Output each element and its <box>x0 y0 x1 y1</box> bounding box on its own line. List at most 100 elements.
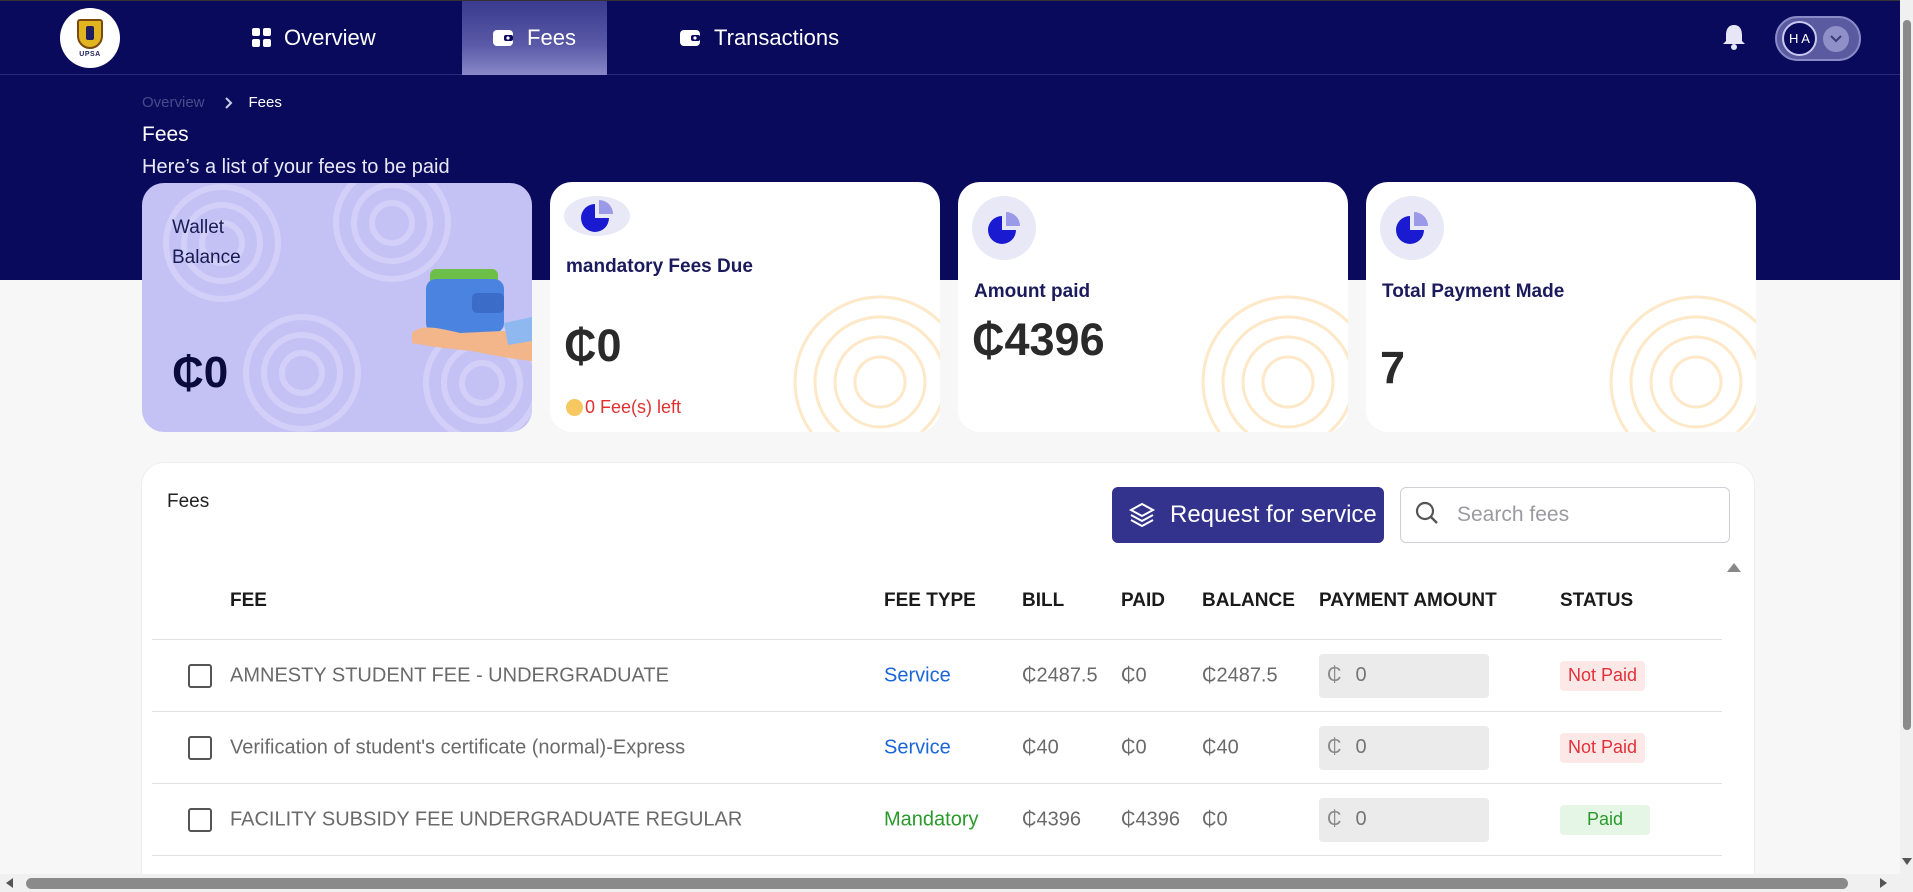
total-payment-card: Total Payment Made 7 <box>1366 182 1756 432</box>
payment-amount-field[interactable]: ₵ <box>1319 725 1489 770</box>
grid-icon <box>252 28 272 48</box>
fees-panel: Fees Request for service FEE FEE TYPE BI… <box>142 463 1754 892</box>
search-box[interactable] <box>1400 487 1730 543</box>
chevron-down-icon <box>1823 25 1849 52</box>
fee-paid: ₵0 <box>1121 664 1147 686</box>
amount-paid-label: Amount paid <box>974 281 1091 302</box>
row-checkbox[interactable] <box>188 807 212 832</box>
decorative-rings <box>1609 295 1756 432</box>
decorative-rings <box>1201 295 1348 432</box>
fee-balance: ₵0 <box>1202 808 1228 830</box>
tab-fees[interactable]: Fees <box>462 1 607 75</box>
user-menu[interactable]: H A <box>1775 16 1861 61</box>
status-badge: Not Paid <box>1560 732 1646 763</box>
column-paid[interactable]: PAID <box>1121 590 1165 612</box>
page-subtitle: Here’s a list of your fees to be paid <box>142 156 450 178</box>
scroll-down-arrow[interactable] <box>1902 858 1912 865</box>
mandatory-fees-due-value: ₵0 <box>564 320 622 371</box>
payment-amount-field[interactable]: ₵ <box>1319 653 1489 698</box>
horizontal-scrollbar[interactable] <box>0 874 1900 892</box>
tab-transactions[interactable]: Transactions <box>650 1 869 75</box>
amount-paid-card: Amount paid ₵4396 <box>958 182 1348 432</box>
scroll-left-arrow[interactable] <box>6 878 13 888</box>
table-header: FEE FEE TYPE BILL PAID BALANCE PAYMENT A… <box>152 560 1722 640</box>
fee-balance: ₵2487.5 <box>1202 664 1278 686</box>
wallet-icon <box>680 28 702 48</box>
currency-symbol: ₵ <box>1327 664 1342 686</box>
pie-chart-icon <box>1380 196 1444 260</box>
wallet-balance-value: ₵0 <box>172 348 229 397</box>
logo-text: UPSA <box>79 50 101 58</box>
fee-paid: ₵4396 <box>1121 808 1180 830</box>
fee-bill: ₵4396 <box>1022 808 1081 830</box>
fee-bill: ₵2487.5 <box>1022 664 1098 686</box>
horizontal-scroll-thumb[interactable] <box>26 878 1848 889</box>
total-payment-value: 7 <box>1380 342 1406 393</box>
row-checkbox[interactable] <box>188 663 212 688</box>
tab-transactions-label: Transactions <box>714 25 840 50</box>
column-fee[interactable]: FEE <box>230 590 267 612</box>
decorative-rings <box>793 295 940 432</box>
table-scroll-up-arrow[interactable] <box>1727 563 1741 572</box>
tab-overview-label: Overview <box>284 25 376 50</box>
payment-amount-field[interactable]: ₵ <box>1319 797 1489 842</box>
breadcrumb-overview[interactable]: Overview <box>142 94 205 111</box>
scroll-right-arrow[interactable] <box>1880 878 1887 888</box>
wallet-balance-label: Wallet Balance <box>172 217 241 268</box>
fee-bill: ₵40 <box>1022 736 1059 758</box>
wallet-balance-card: Wallet Balance ₵0 <box>142 183 532 432</box>
currency-symbol: ₵ <box>1327 736 1342 758</box>
pie-chart-icon <box>564 196 630 236</box>
table-row: Verification of student's certificate (n… <box>152 712 1722 784</box>
fee-type: Service <box>884 736 951 758</box>
row-checkbox[interactable] <box>188 735 212 760</box>
fee-balance: ₵40 <box>1202 736 1239 758</box>
mandatory-fees-due-label: mandatory Fees Due <box>566 256 753 277</box>
column-fee-type[interactable]: FEE TYPE <box>884 590 976 612</box>
fees-left-note: 0 Fee(s) left <box>566 397 681 418</box>
search-input[interactable] <box>1457 503 1707 527</box>
clock-icon <box>566 399 583 416</box>
breadcrumb: Overview Fees <box>142 94 282 111</box>
tab-overview[interactable]: Overview <box>222 1 406 75</box>
bell-icon[interactable] <box>1722 23 1746 56</box>
column-bill[interactable]: BILL <box>1022 590 1064 612</box>
search-icon <box>1415 501 1439 530</box>
status-badge: Not Paid <box>1560 660 1646 691</box>
fees-left-text: 0 Fee(s) left <box>585 397 682 417</box>
fee-name: FACILITY SUBSIDY FEE UNDERGRADUATE REGUL… <box>230 808 743 830</box>
wallet-icon <box>493 28 515 48</box>
fee-name: Verification of student's certificate (n… <box>230 736 686 758</box>
column-status[interactable]: STATUS <box>1560 590 1633 612</box>
fee-type: Service <box>884 664 951 686</box>
fee-type: Mandatory <box>884 808 979 830</box>
chevron-right-icon <box>224 96 233 109</box>
top-navigation: UPSA Overview Fees Transactions H A <box>0 1 1900 75</box>
payment-amount-input[interactable] <box>1355 808 1466 831</box>
avatar: H A <box>1782 21 1817 56</box>
tab-fees-label: Fees <box>527 25 576 50</box>
payment-amount-input[interactable] <box>1355 664 1466 687</box>
table-row: AMNESTY STUDENT FEE - UNDERGRADUATE Serv… <box>152 640 1722 712</box>
layers-icon <box>1128 501 1156 529</box>
currency-symbol: ₵ <box>1327 808 1342 830</box>
university-logo[interactable]: UPSA <box>60 8 120 68</box>
column-payment-amount[interactable]: PAYMENT AMOUNT <box>1319 590 1497 612</box>
status-badge: Paid <box>1560 804 1650 835</box>
fee-name: AMNESTY STUDENT FEE - UNDERGRADUATE <box>230 664 669 686</box>
fee-paid: ₵0 <box>1121 736 1147 758</box>
payment-amount-input[interactable] <box>1355 736 1466 759</box>
amount-paid-value: ₵4396 <box>972 314 1105 365</box>
request-service-label: Request for service <box>1170 501 1377 528</box>
column-balance[interactable]: BALANCE <box>1202 590 1295 612</box>
wallet-in-hand-icon <box>412 269 532 361</box>
fees-table: FEE FEE TYPE BILL PAID BALANCE PAYMENT A… <box>152 560 1722 856</box>
request-service-button[interactable]: Request for service <box>1112 487 1384 543</box>
pie-chart-icon <box>972 196 1036 260</box>
total-payment-label: Total Payment Made <box>1382 281 1565 302</box>
fees-panel-title: Fees <box>167 491 210 512</box>
crest-icon <box>77 18 103 49</box>
vertical-scroll-thumb[interactable] <box>1903 20 1911 730</box>
mandatory-fees-due-card: mandatory Fees Due ₵0 0 Fee(s) left <box>550 182 940 432</box>
vertical-scrollbar[interactable] <box>1900 0 1913 892</box>
